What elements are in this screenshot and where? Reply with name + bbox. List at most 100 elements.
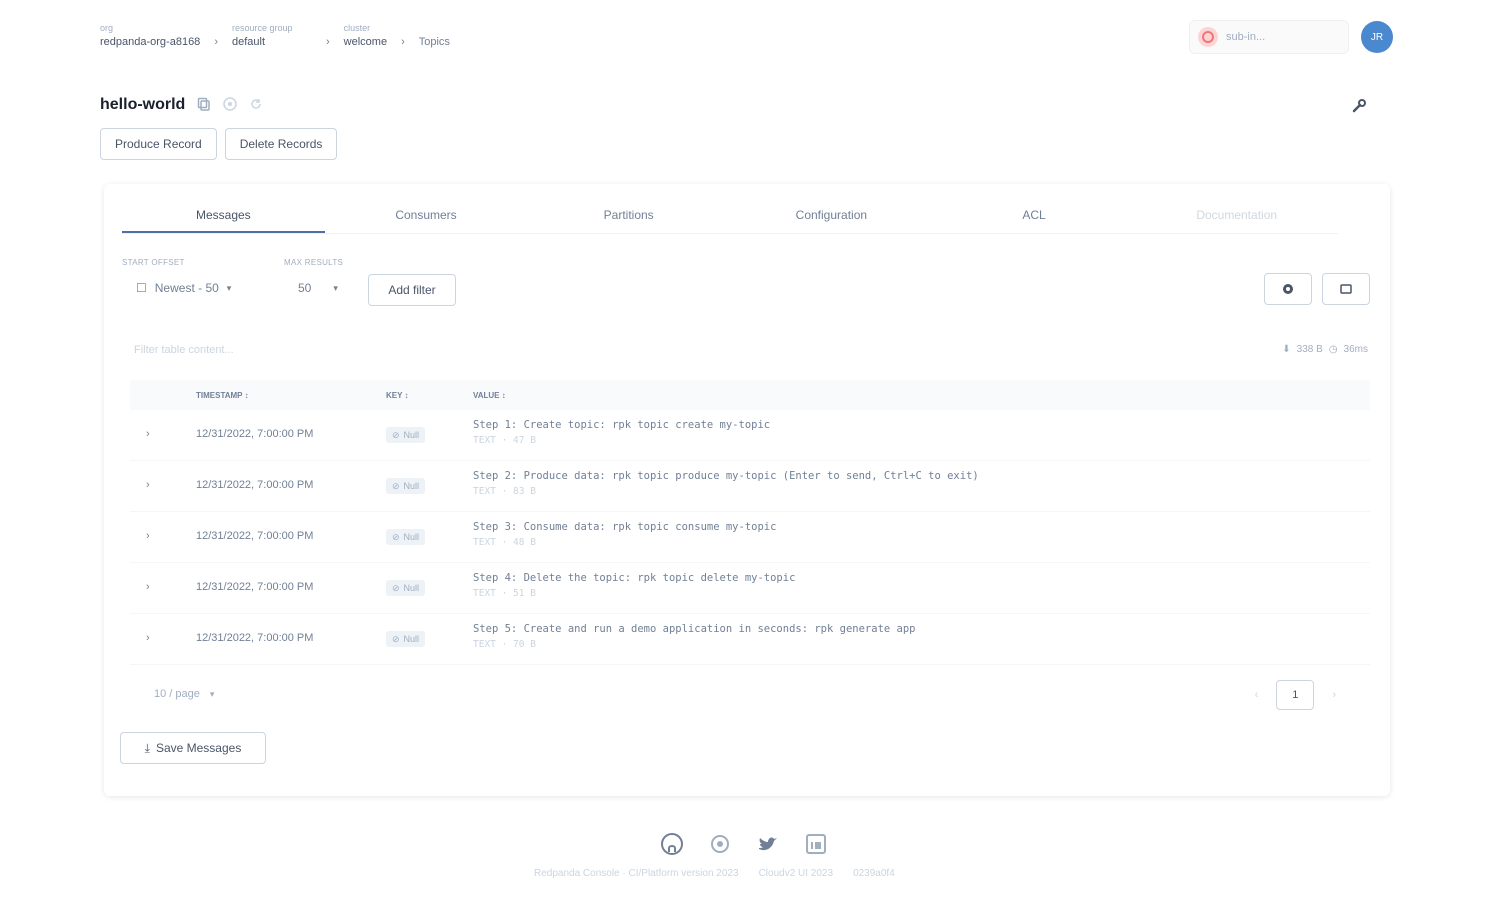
table-row[interactable]: › 12/31/2022, 7:00:00 PM ⊘ Null Step 1: C… — [130, 410, 1370, 461]
messages-table: Timestamp ↕ Key ↕ Value ↕ › 12/31/2022, … — [130, 380, 1370, 665]
footer-commit: 0239a0f4 — [853, 868, 895, 879]
start-offset-label: Start Offset — [122, 258, 185, 267]
messages-card: Messages Consumers Partitions Configurat… — [104, 184, 1390, 796]
row-value-meta: TEXT · 48 B — [473, 537, 536, 548]
breadcrumb-value[interactable]: welcome — [344, 34, 387, 50]
page-title: hello-world — [100, 96, 186, 113]
chevron-right-icon[interactable]: › — [146, 530, 150, 542]
time-stat: 36ms — [1343, 344, 1368, 355]
null-icon: ⊘ — [392, 633, 400, 644]
github-icon[interactable] — [660, 832, 684, 862]
table-filter-input[interactable]: Filter table content... — [134, 344, 234, 356]
breadcrumb-value[interactable]: redpanda-org-a8168 — [100, 34, 200, 50]
breadcrumb-caption: cluster — [343, 23, 371, 33]
tab-acl[interactable]: ACL — [933, 198, 1136, 233]
key-badge: ⊘ Null — [386, 631, 426, 647]
breadcrumb-cluster[interactable]: cluster welcome — [344, 22, 387, 50]
max-results-select[interactable]: 50 ▾ — [288, 273, 360, 303]
tab-partitions[interactable]: Partitions — [527, 198, 730, 233]
page-size-value: 10 / page — [154, 688, 200, 700]
key-badge: ⊘ Null — [386, 478, 426, 494]
table-row[interactable]: › 12/31/2022, 7:00:00 PM ⊘ Null Step 4: D… — [130, 563, 1370, 614]
save-messages-button[interactable]: ⤓ Save Messages — [120, 732, 266, 764]
breadcrumb-org[interactable]: org redpanda-org-a8168 — [100, 22, 200, 50]
add-filter-button[interactable]: Add filter — [368, 274, 456, 306]
footer-product: Redpanda Console · CI/Platform version 2… — [534, 868, 739, 879]
footer-ui-version: Cloudv2 UI 2023 — [758, 868, 834, 879]
topic-tabs: Messages Consumers Partitions Configurat… — [122, 198, 1338, 234]
tab-configuration[interactable]: Configuration — [730, 198, 933, 233]
top-header: org redpanda-org-a8168 › resource group … — [100, 20, 1393, 60]
slack-icon[interactable] — [708, 832, 732, 862]
tab-messages[interactable]: Messages — [122, 198, 325, 233]
breadcrumb-separator: › — [325, 36, 330, 48]
footer-version: Redpanda Console · CI/Platform version 2… — [534, 868, 895, 879]
row-value: Step 4: Delete the topic: rpk topic dele… — [473, 572, 796, 584]
row-timestamp: 12/31/2022, 7:00:00 PM — [196, 428, 314, 440]
pagination: ‹ 1 › — [1255, 680, 1336, 710]
row-value-meta: TEXT · 83 B — [473, 486, 536, 497]
start-offset-value: Newest - 50 — [154, 281, 219, 295]
chevron-right-icon[interactable]: › — [146, 428, 150, 440]
breadcrumb-resource-group[interactable]: resource group default — [232, 22, 312, 50]
avatar[interactable]: JR — [1361, 21, 1393, 53]
chevron-right-icon[interactable]: › — [146, 632, 150, 644]
linkedin-icon[interactable] — [804, 832, 828, 862]
cluster-selector[interactable]: sub-in... — [1189, 20, 1349, 54]
twitter-icon[interactable] — [756, 832, 780, 862]
bytes-stat: 338 B — [1296, 344, 1323, 355]
result-stats: ⬇ 338 B ◷ 36ms — [1282, 344, 1368, 355]
key-badge: ⊘ Null — [386, 427, 426, 443]
clock-icon: ◷ — [1328, 344, 1338, 355]
key-badge: ⊘ Null — [386, 529, 426, 545]
breadcrumb: org redpanda-org-a8168 › resource group … — [100, 22, 450, 50]
table-row[interactable]: › 12/31/2022, 7:00:00 PM ⊘ Null Step 5: C… — [130, 614, 1370, 665]
footer-social — [660, 832, 828, 862]
tab-consumers[interactable]: Consumers — [325, 198, 528, 233]
table-row[interactable]: › 12/31/2022, 7:00:00 PM ⊘ Null Step 2: P… — [130, 461, 1370, 512]
copy-icon[interactable] — [197, 97, 211, 114]
row-value: Step 2: Produce data: rpk topic produce … — [473, 470, 979, 482]
table-row[interactable]: › 12/31/2022, 7:00:00 PM ⊘ Null Step 3: C… — [130, 512, 1370, 563]
download-icon: ⤓ — [144, 740, 150, 755]
title-row: hello-world — [100, 96, 263, 114]
prev-page-icon[interactable]: ‹ — [1255, 689, 1259, 701]
produce-record-button[interactable]: Produce Record — [100, 128, 217, 160]
chevron-down-icon: ▾ — [226, 282, 232, 293]
row-value-meta: TEXT · 51 B — [473, 588, 536, 599]
chevron-right-icon[interactable]: › — [146, 581, 150, 593]
gear-icon[interactable] — [1264, 273, 1312, 305]
calendar-icon: ☐ — [136, 281, 147, 295]
next-page-icon[interactable]: › — [1332, 689, 1336, 701]
wrench-icon[interactable] — [1351, 98, 1367, 119]
table-header: Timestamp ↕ Key ↕ Value ↕ — [130, 380, 1370, 410]
breadcrumb-value[interactable]: default — [232, 34, 312, 50]
info-icon[interactable] — [223, 96, 238, 114]
page-size-select[interactable]: 10 / page ▾ — [154, 688, 214, 700]
row-timestamp: 12/31/2022, 7:00:00 PM — [196, 581, 314, 593]
header-right: sub-in... JR — [1189, 20, 1393, 54]
key-badge: ⊘ Null — [386, 580, 426, 596]
row-value: Step 3: Consume data: rpk topic consume … — [473, 521, 777, 533]
chevron-down-icon: ▾ — [209, 688, 215, 699]
start-offset-select[interactable]: ☐ Newest - 50 ▾ — [126, 273, 266, 303]
max-results-label: Max Results — [284, 258, 344, 267]
row-value: Step 5: Create and run a demo applicatio… — [473, 623, 916, 635]
row-value-meta: TEXT · 70 B — [473, 639, 536, 650]
column-timestamp[interactable]: Timestamp ↕ — [196, 391, 249, 400]
reload-icon[interactable] — [1322, 273, 1370, 305]
column-value[interactable]: Value ↕ — [473, 391, 506, 400]
null-icon: ⊘ — [392, 480, 400, 491]
delete-records-button[interactable]: Delete Records — [224, 128, 338, 160]
chevron-right-icon[interactable]: › — [146, 479, 150, 491]
cluster-icon — [1198, 27, 1218, 47]
tab-documentation: Documentation — [1196, 208, 1278, 222]
breadcrumb-separator: › — [401, 36, 405, 48]
breadcrumb-topics[interactable]: Topics — [419, 34, 450, 50]
page-number-button[interactable]: 1 — [1276, 680, 1315, 710]
cluster-name: sub-in... — [1226, 31, 1266, 43]
refresh-icon[interactable] — [249, 97, 263, 114]
max-results-value: 50 — [298, 281, 312, 295]
row-timestamp: 12/31/2022, 7:00:00 PM — [196, 479, 314, 491]
column-key[interactable]: Key ↕ — [386, 391, 409, 400]
